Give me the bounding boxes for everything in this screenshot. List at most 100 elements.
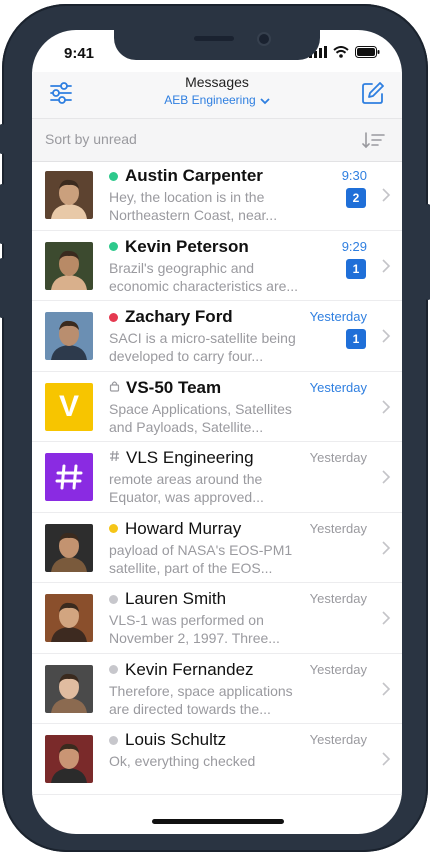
conversation-header: Kevin Peterson (109, 237, 249, 257)
contact-photo-avatar (45, 241, 93, 290)
presence-dot (109, 524, 118, 533)
contact-name: VLS Engineering (126, 448, 254, 467)
sort-label: Sort by unread (45, 131, 137, 147)
person-photo (45, 312, 93, 360)
timestamp: Yesterday (309, 450, 367, 465)
message-preview: payload of NASA's EOS-PM1 satellite, par… (109, 541, 293, 576)
timestamp: Yesterday (309, 661, 367, 677)
chevron-right-icon (382, 681, 391, 696)
unread-badge: 1 (346, 329, 366, 349)
phone-frame: 9:41 Messages AEB Engineering Sort by un… (0, 4, 430, 852)
presence-dot (109, 171, 118, 181)
conversation-row[interactable]: Kevin Peterson 9:29 Brazil's geographic … (32, 231, 402, 301)
presence-dot (109, 312, 118, 322)
conversation-row[interactable]: V VS-50 Team Yesterday Space Application… (32, 372, 402, 442)
timestamp: Yesterday (309, 379, 367, 395)
timestamp: Yesterday (309, 732, 367, 747)
conversation-header: Kevin Fernandez (109, 660, 254, 680)
chevron-right-icon (382, 329, 391, 343)
message-preview: Space Applications, Satellites and Paylo… (109, 400, 292, 435)
person-photo (45, 664, 93, 713)
screen: 9:41 Messages AEB Engineering Sort by un… (32, 30, 402, 834)
volume-down-button (0, 258, 5, 318)
conversation-row[interactable]: Howard Murray Yesterday payload of NASA'… (32, 513, 402, 583)
page-title: Messages (185, 74, 249, 90)
sort-descending-icon (362, 132, 385, 149)
conversation-row[interactable]: Zachary Ford Yesterday SACI is a micro-s… (32, 301, 402, 372)
person-photo (45, 241, 93, 290)
chevron-right-icon (382, 752, 391, 766)
message-preview: Brazil's geographic and economic charact… (109, 259, 299, 294)
contact-photo-avatar (45, 523, 93, 572)
conversation-row[interactable]: Kevin Fernandez Yesterday Therefore, spa… (32, 654, 402, 724)
conversation-header: Zachary Ford (109, 307, 233, 327)
conversation-header: Howard Murray (109, 519, 241, 539)
chevron-right-icon (382, 470, 391, 484)
hash-icon (109, 449, 120, 467)
person-photo (45, 735, 93, 783)
message-preview: SACI is a micro-satellite being develope… (109, 330, 296, 364)
conversation-header: Austin Carpenter (109, 166, 263, 186)
sort-button[interactable] (362, 131, 386, 149)
chevron-right-icon (382, 188, 391, 202)
chevron-right-icon (382, 540, 391, 555)
team-letter-avatar: V (45, 382, 93, 431)
sort-bar: Sort by unread (32, 118, 402, 162)
contact-photo-avatar (45, 664, 93, 713)
mute-switch (0, 124, 5, 154)
conversation-row[interactable]: Louis Schultz Yesterday Ok, everything c… (32, 724, 402, 795)
message-preview: Ok, everything checked (109, 753, 256, 769)
conversation-header: VLS Engineering (109, 448, 254, 468)
timestamp: Yesterday (309, 520, 367, 536)
timestamp: 9:29 (341, 238, 367, 254)
message-preview: Therefore, space applications are direct… (109, 682, 293, 717)
contact-photo-avatar (45, 312, 93, 360)
conversation-row[interactable]: Lauren Smith Yesterday VLS-1 was perform… (32, 583, 402, 654)
conversation-row[interactable]: VLS Engineering Yesterday remote areas a… (32, 442, 402, 513)
chevron-down-icon (260, 94, 270, 108)
conversation-header: Lauren Smith (109, 589, 226, 609)
status-time: 9:41 (64, 45, 95, 62)
message-preview: Hey, the location is in the Northeastern… (109, 189, 278, 223)
contact-name: VS-50 Team (126, 377, 222, 397)
timestamp: Yesterday (309, 591, 367, 606)
workspace-switcher[interactable]: AEB Engineering (32, 93, 402, 108)
wifi-icon (333, 46, 349, 58)
contact-photo-avatar (45, 594, 93, 642)
message-preview: VLS-1 was performed on November 2, 1997.… (109, 612, 280, 646)
battery-icon (355, 46, 380, 58)
presence-dot (109, 735, 118, 745)
home-indicator[interactable] (152, 819, 284, 824)
lock-icon (109, 379, 120, 397)
message-preview: remote areas around the Equator, was app… (109, 471, 264, 505)
presence-dot (109, 594, 118, 604)
person-photo (45, 171, 93, 219)
chevron-right-icon (382, 399, 391, 414)
conversation-row[interactable]: Austin Carpenter 9:30 Hey, the location … (32, 160, 402, 231)
status-icons (309, 46, 380, 58)
chevron-right-icon (382, 258, 391, 273)
hash-icon (55, 464, 83, 490)
person-photo (45, 523, 93, 572)
presence-dot (109, 665, 118, 674)
unread-badge: 1 (346, 258, 366, 279)
workspace-name: AEB Engineering (164, 93, 256, 107)
chevron-right-icon (382, 611, 391, 625)
timestamp: Yesterday (309, 309, 367, 324)
channel-hash-avatar (45, 453, 93, 501)
contact-name: Zachary Ford (125, 307, 233, 326)
presence-dot (109, 242, 118, 251)
compose-icon (362, 82, 384, 104)
contact-name: Lauren Smith (125, 589, 227, 608)
contact-photo-avatar (45, 735, 93, 783)
timestamp: 9:30 (341, 168, 367, 183)
conversation-list: Austin Carpenter 9:30 Hey, the location … (32, 160, 402, 795)
compose-button[interactable] (360, 80, 386, 106)
person-photo (45, 594, 93, 642)
contact-name: Louis Schultz (125, 730, 227, 749)
nav-bar: Messages AEB Engineering (32, 72, 402, 118)
contact-name: Austin Carpenter (125, 166, 263, 185)
contact-name: Kevin Fernandez (125, 659, 254, 679)
power-button (425, 204, 430, 300)
contact-name: Howard Murray (125, 518, 242, 538)
